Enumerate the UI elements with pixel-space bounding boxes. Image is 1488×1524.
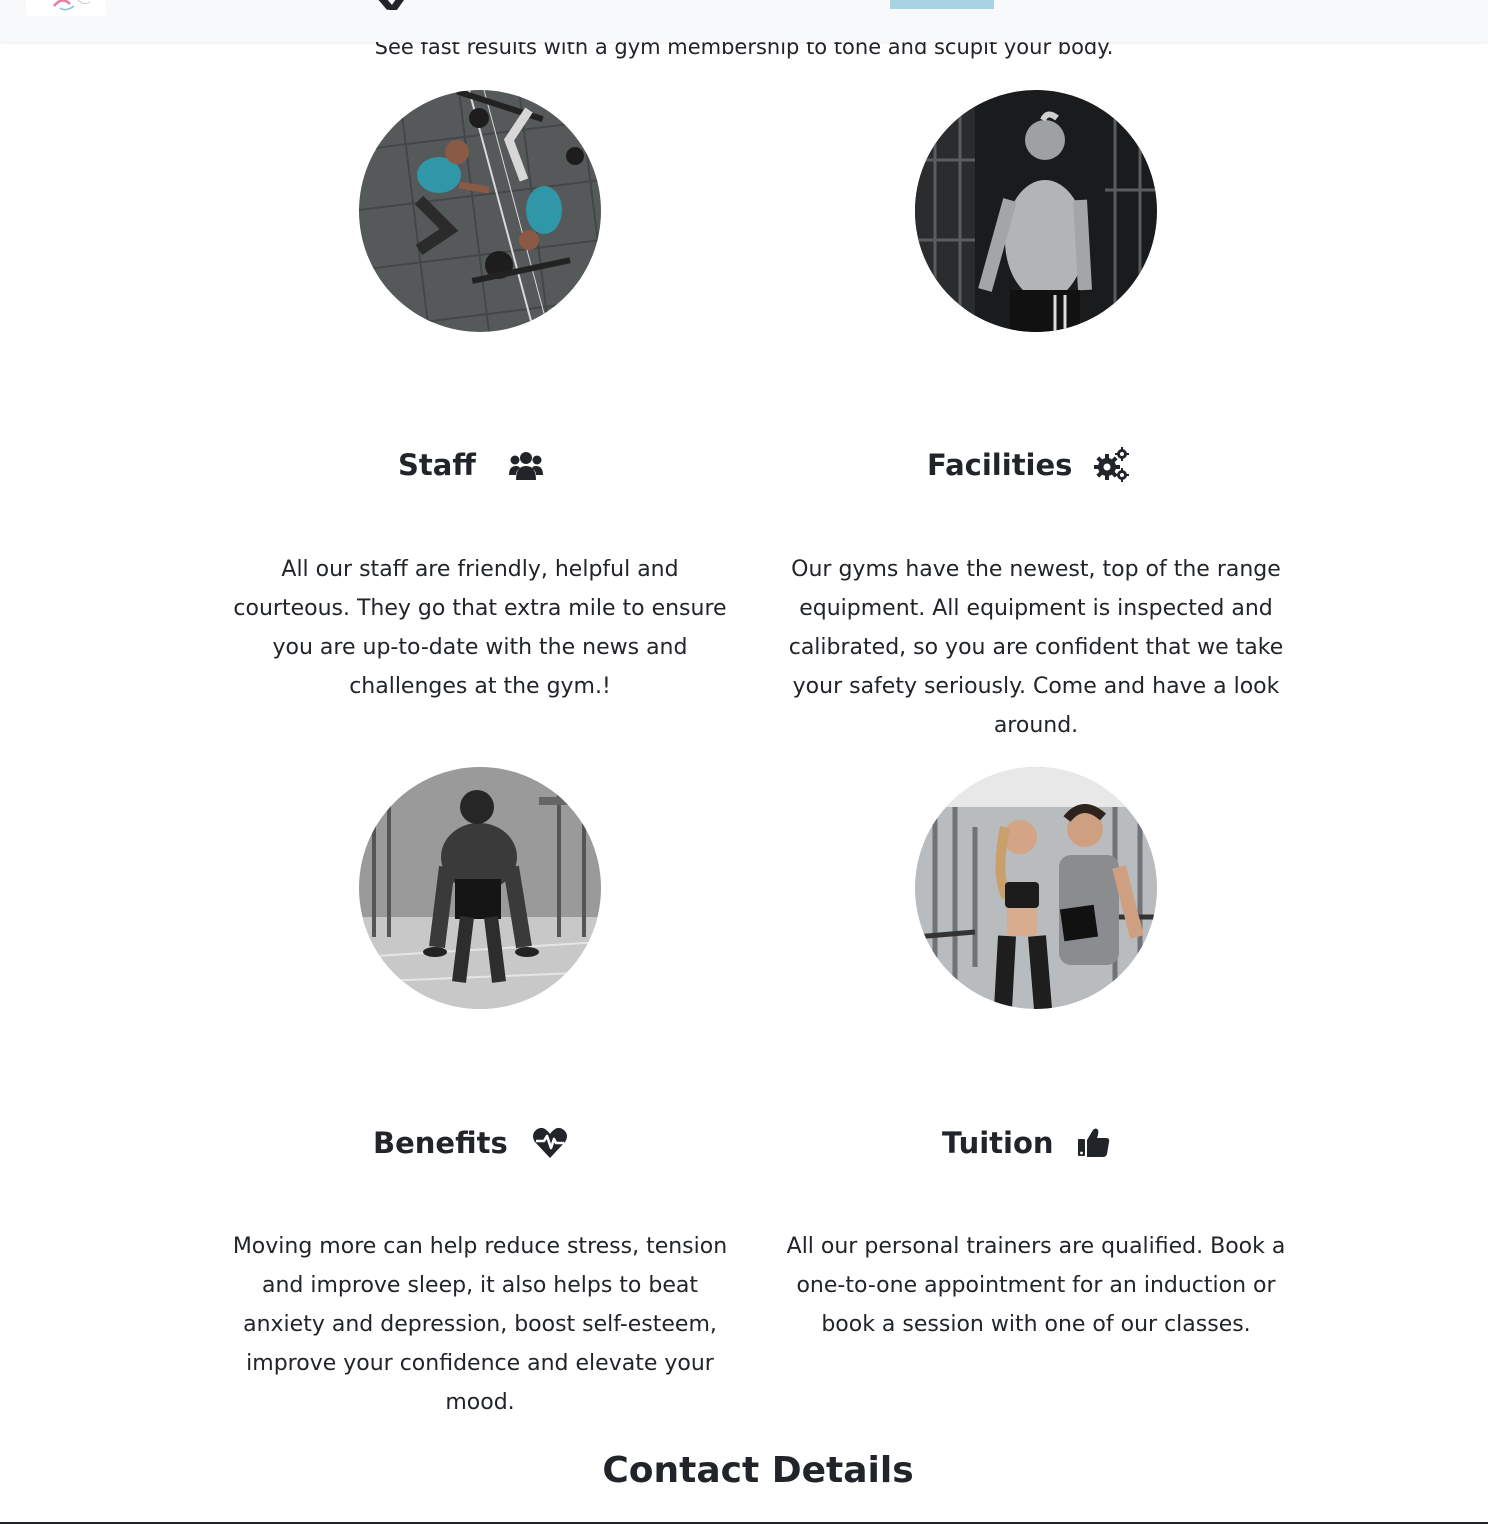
feature-text-facilities: Our gyms have the newest, top of the ran… [788, 557, 1284, 738]
nav-active-item[interactable] [890, 0, 994, 9]
staff-photo [359, 90, 601, 332]
feature-title-staff: Staff [398, 448, 476, 482]
site-title-glyph [370, 0, 430, 10]
feature-title-facilities: Facilities [927, 448, 1073, 482]
navbar [0, 0, 1488, 42]
feature-title-tuition: Tuition [942, 1126, 1054, 1160]
feature-text-staff: All our staff are friendly, helpful and … [233, 557, 727, 699]
thumbs-up-icon [1076, 1125, 1112, 1161]
feature-title-benefits: Benefits [373, 1126, 508, 1160]
feature-text-tuition: All our personal trainers are qualified.… [786, 1234, 1286, 1337]
contact-heading: Contact Details [602, 1450, 914, 1491]
benefits-photo [359, 767, 601, 1009]
facilities-photo [915, 90, 1157, 332]
users-icon [508, 447, 544, 483]
heartbeat-icon [532, 1125, 568, 1161]
cogs-icon [1094, 447, 1130, 483]
tuition-photo [915, 767, 1157, 1009]
brand-logo-icon[interactable] [26, 0, 106, 16]
feature-text-benefits: Moving more can help reduce stress, tens… [232, 1234, 728, 1415]
